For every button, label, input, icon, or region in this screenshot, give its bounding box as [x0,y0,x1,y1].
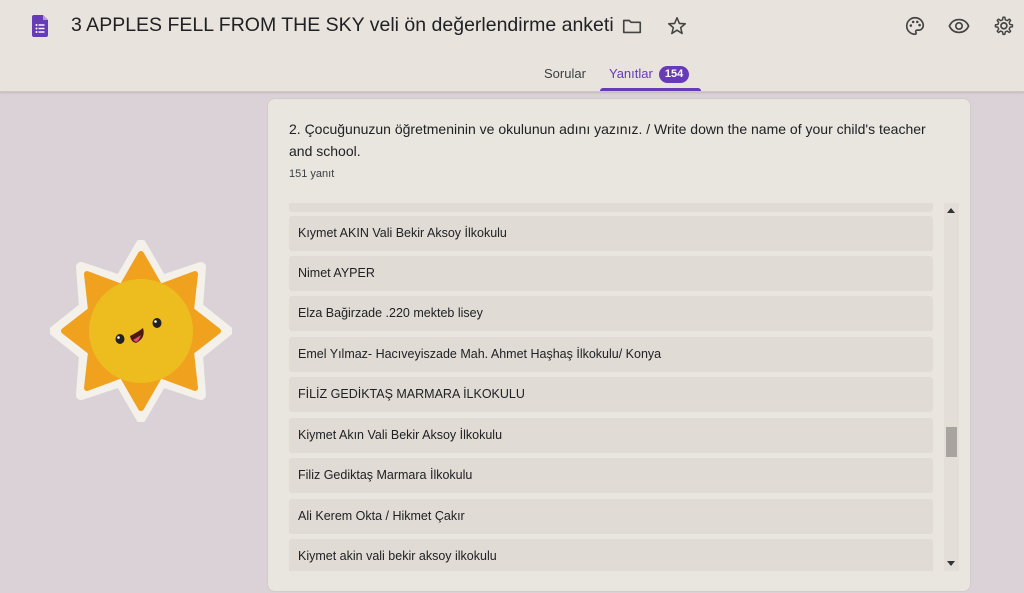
response-count-badge: 154 [658,66,690,83]
question-title: 2. Çocuğunuzun öğretmeninin ve okulunun … [289,121,926,159]
star-icon[interactable] [664,13,690,39]
sun-illustration [50,240,232,422]
response-count: 151 yanıt [289,168,335,180]
list-item: Nimet AYPER [289,256,933,291]
tab-responses-label: Yanıtlar [609,66,653,81]
list-scrollbar[interactable] [944,203,959,571]
list-item: Kıymet AKIN Vali Bekir Aksoy İlkokulu [289,216,933,251]
list-item: Kiymet Akın Vali Bekir Aksoy İlkokulu [289,418,933,453]
list-item: Ali Kerem Okta / Hikmet Çakır [289,499,933,534]
list-item: Filiz Gediktaş Marmara İlkokulu [289,458,933,493]
settings-icon[interactable] [990,13,1016,39]
scroll-down-arrow-icon[interactable] [947,561,955,566]
active-tab-indicator [600,88,701,91]
tab-questions[interactable]: Sorular [544,58,586,92]
list-item: Kiymet akin vali bekir aksoy ilkokulu [289,539,933,571]
tab-responses[interactable]: Yanıtlar 154 [609,58,690,92]
tab-bar: Sorular Yanıtlar 154 [0,58,1024,92]
form-title[interactable]: 3 APPLES FELL FROM THE SKY veli ön değer… [71,14,614,37]
list-item [289,203,933,212]
list-item: FİLİZ GEDİKTAŞ MARMARA İLKOKULU [289,377,933,412]
scrollbar-thumb[interactable] [946,427,957,457]
tab-questions-label: Sorular [544,66,586,81]
eye-icon[interactable] [946,13,972,39]
scroll-up-arrow-icon[interactable] [947,208,955,213]
palette-icon[interactable] [902,13,928,39]
question-card: 2. Çocuğunuzun öğretmeninin ve okulunun … [267,98,971,592]
folder-icon[interactable] [619,13,645,39]
header-bar: 3 APPLES FELL FROM THE SKY veli ön değer… [0,0,1024,92]
list-item: Elza Bağirzade .220 mekteb lisey [289,296,933,331]
list-item: Emel Yılmaz- Hacıveyiszade Mah. Ahmet Ha… [289,337,933,372]
forms-logo-icon[interactable] [32,15,48,37]
response-list[interactable]: Kıymet AKIN Vali Bekir Aksoy İlkokulu Ni… [289,203,933,571]
